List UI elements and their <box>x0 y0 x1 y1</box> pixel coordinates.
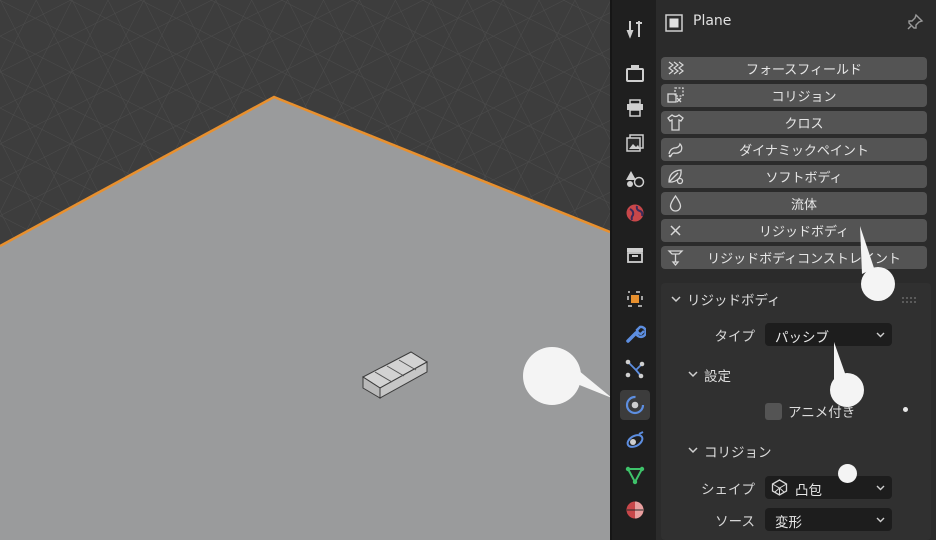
tab-modifier[interactable] <box>620 319 650 349</box>
tab-render[interactable] <box>620 58 650 88</box>
render-icon <box>626 65 644 82</box>
type-label: タイプ <box>714 329 756 345</box>
dynamic-paint-label: ダイナミックペイント <box>739 144 869 159</box>
pin-icon[interactable] <box>906 13 924 31</box>
source-dropdown[interactable]: 変形 <box>765 508 892 531</box>
chevron-down-icon <box>876 485 885 491</box>
chevron-down-icon[interactable] <box>687 444 699 456</box>
material-icon <box>626 501 644 519</box>
shape-value: 凸包 <box>795 483 822 499</box>
drag-grip-icon[interactable] <box>901 296 917 304</box>
tab-constraints[interactable] <box>620 425 650 455</box>
dynamic-paint-button[interactable]: ダイナミックペイント <box>661 138 927 161</box>
physics-icon <box>625 395 645 415</box>
settings-subpanel-title[interactable]: 設定 <box>704 365 731 385</box>
modifier-icon <box>626 325 646 343</box>
collision-label: コリジョン <box>771 90 837 105</box>
fluid-label: 流体 <box>790 198 817 213</box>
3d-viewport[interactable] <box>0 0 610 540</box>
callout-marker <box>838 464 857 483</box>
collision-subpanel-title[interactable]: コリジョン <box>704 441 772 461</box>
keyframe-dot[interactable] <box>903 407 908 412</box>
world-icon <box>626 204 644 222</box>
tab-physics[interactable] <box>620 390 650 420</box>
tab-object[interactable] <box>620 284 650 314</box>
viewport-scene <box>0 0 610 540</box>
callout-marker <box>830 342 864 407</box>
source-value: 変形 <box>775 515 802 531</box>
callout-marker <box>523 347 610 405</box>
tab-scene[interactable] <box>620 163 650 193</box>
soft-body-button[interactable]: ソフトボディ <box>661 165 927 188</box>
chevron-down-icon <box>876 332 885 338</box>
collision-button[interactable]: コリジョン <box>661 84 927 107</box>
output-icon <box>627 99 643 117</box>
rigid-body-panel: リジッドボディ タイプ パッシブ 設定 アニメ付き コリジョン シェイプ 凸包 … <box>661 283 931 540</box>
chevron-down-icon <box>876 517 885 523</box>
shape-dropdown[interactable]: 凸包 <box>765 476 892 499</box>
cloth-label: クロス <box>784 117 824 132</box>
force-field-button[interactable]: フォースフィールド <box>661 57 927 80</box>
constraints-icon <box>626 431 644 448</box>
data-icon <box>625 466 645 485</box>
tab-particles[interactable] <box>620 354 650 384</box>
collection-icon <box>627 248 643 263</box>
object-icon <box>627 291 643 307</box>
properties-tab-strip <box>610 0 656 540</box>
source-label: ソース <box>715 514 755 530</box>
tab-tool[interactable] <box>620 14 650 44</box>
soft-body-label: ソフトボディ <box>765 171 843 186</box>
chevron-down-icon[interactable] <box>670 293 682 305</box>
object-name: Plane <box>693 13 732 29</box>
tab-collection[interactable] <box>620 240 650 270</box>
convex-hull-icon <box>771 479 788 496</box>
cloth-button[interactable]: クロス <box>661 111 927 134</box>
animated-checkbox[interactable] <box>765 403 782 420</box>
tab-output[interactable] <box>620 93 650 123</box>
tab-material[interactable] <box>620 495 650 525</box>
fluid-button[interactable]: 流体 <box>661 192 927 215</box>
tab-data[interactable] <box>620 460 650 490</box>
object-square-icon <box>665 14 683 32</box>
callout-marker <box>860 226 895 301</box>
tool-icon <box>626 21 642 39</box>
particles-icon <box>625 359 645 379</box>
force-field-label: フォースフィールド <box>745 63 863 78</box>
properties-header: Plane <box>656 0 936 44</box>
scene-icon <box>626 171 645 188</box>
shape-label: シェイプ <box>701 482 755 498</box>
rigid-body-panel-title[interactable]: リジッドボディ <box>687 289 781 309</box>
tab-world[interactable] <box>620 198 650 228</box>
chevron-down-icon[interactable] <box>687 368 699 380</box>
tab-view-layer[interactable] <box>620 128 650 158</box>
view-layer-icon <box>626 134 644 152</box>
